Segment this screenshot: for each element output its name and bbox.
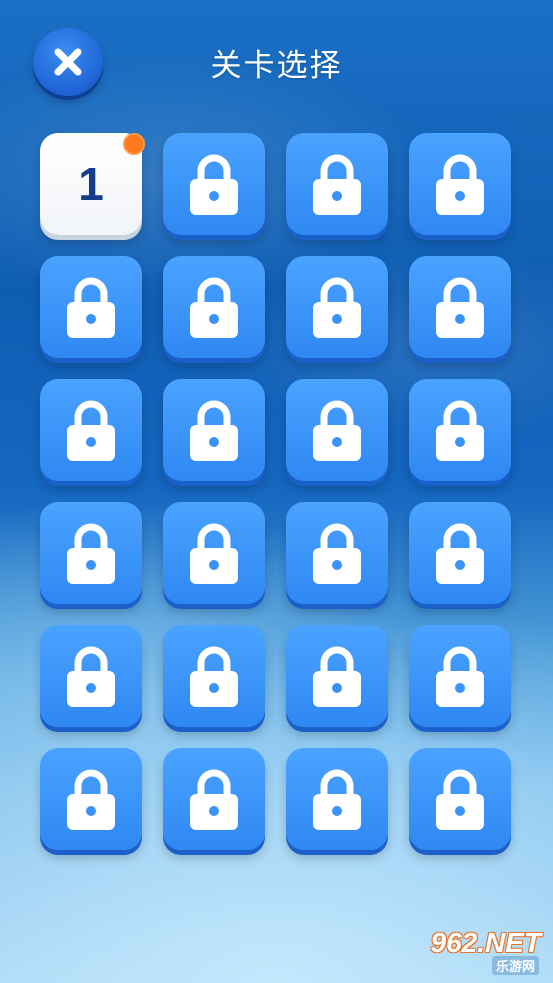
level-button-unlocked[interactable]: 1 xyxy=(40,133,145,235)
level-button-locked[interactable] xyxy=(409,379,511,481)
level-button-locked[interactable] xyxy=(286,379,388,481)
lock-icon xyxy=(436,646,484,707)
level-number: 1 xyxy=(78,158,104,210)
watermark-logo: 962.NET 乐游网 xyxy=(419,927,547,975)
level-button-locked[interactable] xyxy=(286,256,388,358)
watermark-subtext: 乐游网 xyxy=(491,956,539,975)
lock-icon xyxy=(190,277,238,338)
level-button-locked[interactable] xyxy=(163,502,265,604)
lock-icon xyxy=(436,400,484,461)
level-button-locked[interactable] xyxy=(163,133,265,235)
lock-icon xyxy=(436,154,484,215)
level-button-locked[interactable] xyxy=(40,256,142,358)
lock-icon xyxy=(190,523,238,584)
level-button-locked[interactable] xyxy=(286,133,388,235)
lock-icon xyxy=(313,523,361,584)
level-button-locked[interactable] xyxy=(409,625,511,727)
lock-icon xyxy=(67,400,115,461)
lock-icon xyxy=(313,769,361,830)
level-grid: 1 xyxy=(40,133,511,850)
level-button-locked[interactable] xyxy=(40,625,142,727)
lock-icon xyxy=(313,154,361,215)
level-button-locked[interactable] xyxy=(286,625,388,727)
level-button-locked[interactable] xyxy=(163,256,265,358)
lock-icon xyxy=(436,769,484,830)
level-button-locked[interactable] xyxy=(409,133,511,235)
level-button-locked[interactable] xyxy=(163,748,265,850)
level-button-locked[interactable] xyxy=(163,379,265,481)
level-button-locked[interactable] xyxy=(40,379,142,481)
lock-icon xyxy=(313,400,361,461)
lock-icon xyxy=(313,277,361,338)
lock-icon xyxy=(190,646,238,707)
lock-icon xyxy=(190,400,238,461)
page-title: 关卡选择 xyxy=(210,48,343,84)
level-button-locked[interactable] xyxy=(286,502,388,604)
lock-icon xyxy=(190,154,238,215)
level-button-locked[interactable] xyxy=(409,502,511,604)
level-button-locked[interactable] xyxy=(286,748,388,850)
lock-icon xyxy=(190,769,238,830)
lock-icon xyxy=(436,277,484,338)
notification-dot xyxy=(123,133,145,155)
level-button-locked[interactable] xyxy=(40,748,142,850)
level-button-locked[interactable] xyxy=(409,748,511,850)
level-button-locked[interactable] xyxy=(409,256,511,358)
lock-icon xyxy=(67,277,115,338)
lock-icon xyxy=(67,769,115,830)
lock-icon xyxy=(313,646,361,707)
lock-icon xyxy=(67,523,115,584)
lock-icon xyxy=(436,523,484,584)
watermark-text: 962.NET xyxy=(430,927,542,958)
lock-icon xyxy=(67,646,115,707)
level-button-locked[interactable] xyxy=(163,625,265,727)
level-button-locked[interactable] xyxy=(40,502,142,604)
